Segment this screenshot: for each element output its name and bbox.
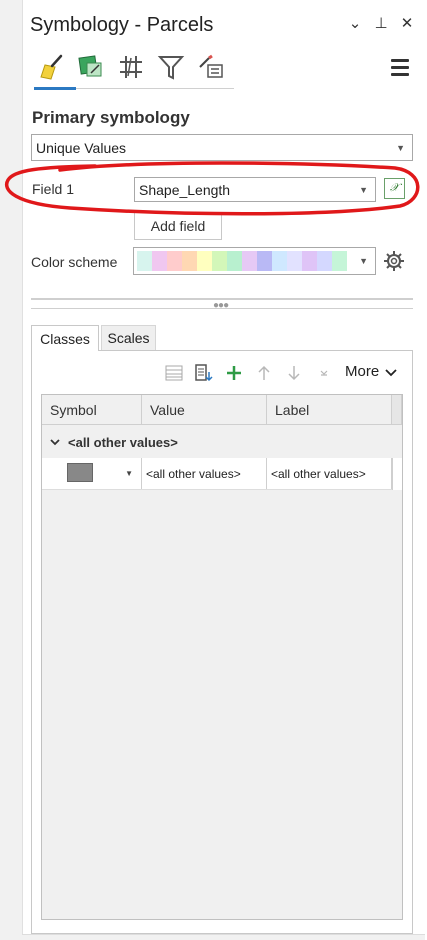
tab-classes[interactable]: Classes (31, 325, 99, 351)
list-view-button[interactable] (163, 362, 185, 384)
paintbrush-icon (40, 54, 63, 80)
tab-symbol-layers[interactable] (116, 50, 146, 84)
symbol-cell[interactable]: ▼ (42, 458, 142, 489)
tab-symbol-properties[interactable] (196, 50, 226, 84)
color-scheme-settings-button[interactable] (383, 250, 405, 277)
symbol-swatch[interactable] (67, 463, 93, 482)
left-strip (0, 0, 22, 940)
symbology-method-select[interactable]: Unique Values ▼ (31, 134, 413, 161)
color-swatch (167, 251, 182, 271)
pin-icon[interactable]: ⊥ (373, 14, 389, 32)
pane-title: Symbology - Parcels (30, 14, 214, 36)
column-header-symbol[interactable]: Symbol (42, 395, 142, 424)
label-cell[interactable]: <all other values> (267, 458, 392, 489)
color-swatch (227, 251, 242, 271)
row-scroll-gutter (392, 458, 402, 490)
color-swatch (137, 251, 152, 271)
classes-toolbar (163, 362, 335, 384)
group-label: <all other values> (68, 434, 178, 450)
hamburger-menu-icon[interactable] (391, 59, 409, 80)
chevron-down-icon (320, 370, 328, 376)
vary-symbology-icon (78, 55, 102, 77)
classes-grid: Symbol Value Label <all other values> ▼ … (41, 394, 403, 920)
dropdown-caret-icon: ▼ (396, 142, 405, 153)
column-header-label[interactable]: Label (267, 395, 392, 424)
field-1-label: Field 1 (32, 181, 75, 197)
dropdown-caret-icon: ▼ (359, 184, 368, 195)
color-swatch (272, 251, 287, 271)
add-field-button[interactable]: Add field (134, 212, 222, 240)
dropdown-caret-icon[interactable]: ▼ (125, 469, 133, 478)
table-row[interactable]: ▼ <all other values> <all other values> (42, 458, 392, 490)
dropdown-caret-icon: ▼ (359, 256, 368, 266)
arrow-up-icon (258, 365, 270, 380)
arrow-down-icon (288, 366, 300, 381)
options-chevron-icon[interactable]: ⌄ (347, 14, 363, 32)
column-header-value[interactable]: Value (142, 395, 267, 424)
move-up-button[interactable] (253, 362, 275, 384)
header-scroll-gutter (392, 395, 402, 424)
color-scheme-swatches (137, 251, 347, 271)
title-controls: ⌄ ⊥ ✕ (347, 14, 415, 32)
field-1-select[interactable]: Shape_Length ▼ (134, 177, 376, 202)
symbology-method-value: Unique Values (36, 139, 127, 156)
value-cell[interactable]: <all other values> (142, 458, 267, 489)
chevron-down-icon[interactable] (50, 438, 60, 446)
tab-vary-symbology[interactable] (76, 50, 106, 84)
primary-symbology-heading: Primary symbology (32, 108, 190, 127)
plus-icon (227, 366, 241, 380)
tab-symbology-filter[interactable] (156, 50, 186, 84)
color-swatch (317, 251, 332, 271)
splitter-grip-icon[interactable]: ●●● (213, 300, 229, 311)
filter-funnel-icon (157, 56, 185, 80)
move-bottom-button[interactable] (313, 362, 335, 384)
expression-icon: 𝒳 (389, 182, 400, 194)
color-swatch (182, 251, 197, 271)
color-swatch (212, 251, 227, 271)
color-swatch (197, 251, 212, 271)
color-swatch (287, 251, 302, 271)
tab-primary-symbology[interactable] (36, 50, 66, 84)
color-scheme-label: Color scheme (31, 254, 118, 270)
active-tab-indicator (34, 87, 76, 90)
grid-header: Symbol Value Label (42, 395, 402, 425)
color-swatch (332, 251, 347, 271)
group-heading[interactable]: <all other values> (42, 426, 402, 458)
close-icon[interactable]: ✕ (399, 14, 415, 32)
gear-icon (384, 251, 404, 271)
more-label: More (345, 363, 380, 380)
expression-builder-button[interactable]: 𝒳 (384, 178, 405, 199)
splitter-line (31, 308, 413, 309)
symbol-properties-icon (199, 54, 223, 78)
tab-scales[interactable]: Scales (101, 325, 156, 350)
more-menu-button[interactable]: More (345, 363, 397, 380)
pane-bottom-edge (22, 934, 425, 940)
color-swatch (302, 251, 317, 271)
symbol-layers-icon (120, 56, 142, 78)
add-unlisted-values-button[interactable] (223, 362, 245, 384)
color-scheme-select[interactable]: ▼ (133, 247, 376, 275)
chevron-down-icon (385, 368, 397, 376)
move-down-button[interactable] (283, 362, 305, 384)
color-swatch (152, 251, 167, 271)
add-values-icon (195, 364, 213, 382)
field-1-value: Shape_Length (139, 181, 231, 198)
list-icon (165, 365, 183, 381)
color-swatch (257, 251, 272, 271)
add-all-values-button[interactable] (193, 362, 215, 384)
color-swatch (242, 251, 257, 271)
symbology-tab-strip (36, 50, 226, 84)
